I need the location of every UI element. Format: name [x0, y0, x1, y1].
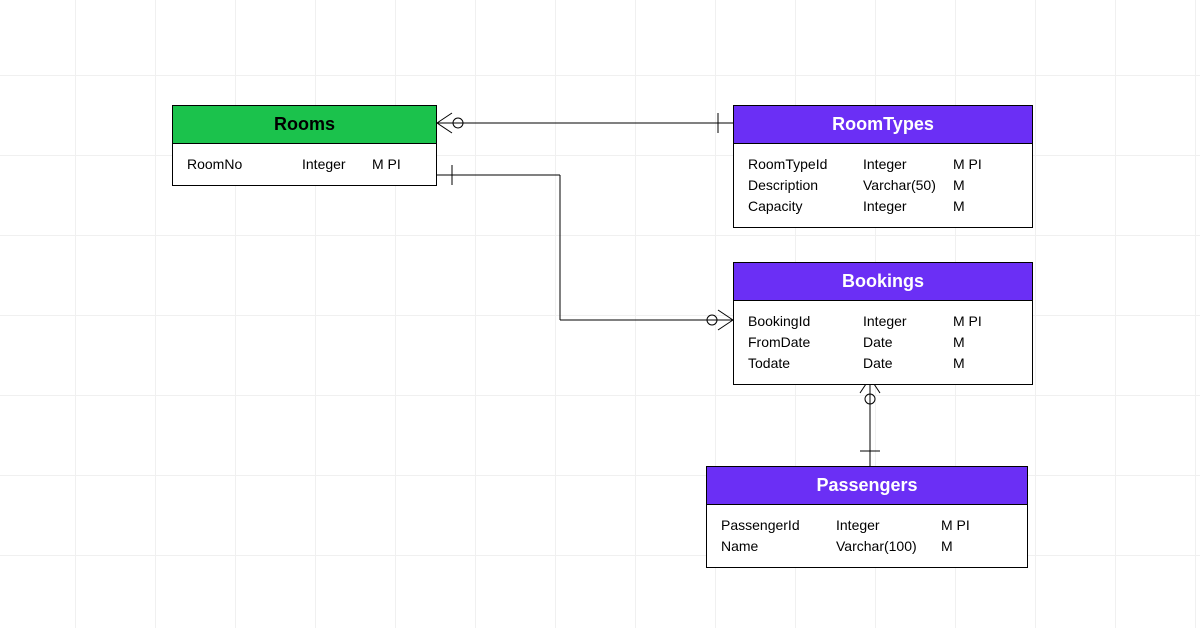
attr-type: Integer [863, 311, 953, 332]
entity-roomtypes-header: RoomTypes [734, 106, 1032, 144]
attr-type: Varchar(50) [863, 175, 953, 196]
entity-passengers[interactable]: Passengers PassengerId Integer M PI Name… [706, 466, 1028, 568]
attr-name: Capacity [748, 196, 863, 217]
entity-passengers-body: PassengerId Integer M PI Name Varchar(10… [707, 505, 1027, 567]
attr-name: Description [748, 175, 863, 196]
entity-rooms[interactable]: Rooms RoomNo Integer M PI [172, 105, 437, 186]
entity-roomtypes-title: RoomTypes [832, 114, 934, 134]
entity-rooms-header: Rooms [173, 106, 436, 144]
attr-name: PassengerId [721, 515, 836, 536]
attr-flags: M [953, 196, 993, 217]
attr-name: FromDate [748, 332, 863, 353]
attr-type: Integer [836, 515, 941, 536]
entity-passengers-header: Passengers [707, 467, 1027, 505]
entity-bookings[interactable]: Bookings BookingId Integer M PI FromDate… [733, 262, 1033, 385]
attr-name: Name [721, 536, 836, 557]
entity-rooms-title: Rooms [274, 114, 335, 134]
attr-type: Integer [863, 196, 953, 217]
entity-rooms-body: RoomNo Integer M PI [173, 144, 436, 185]
entity-roomtypes-body: RoomTypeId Integer M PI Description Varc… [734, 144, 1032, 227]
attr-name: Todate [748, 353, 863, 374]
attr-row: RoomNo Integer M PI [187, 154, 422, 175]
attr-row: BookingId Integer M PI [748, 311, 1018, 332]
attr-row: RoomTypeId Integer M PI [748, 154, 1018, 175]
attr-name: BookingId [748, 311, 863, 332]
attr-type: Date [863, 353, 953, 374]
attr-flags: M PI [953, 311, 993, 332]
attr-row: Todate Date M [748, 353, 1018, 374]
attr-type: Integer [302, 154, 372, 175]
attr-name: RoomNo [187, 154, 302, 175]
attr-row: Capacity Integer M [748, 196, 1018, 217]
attr-flags: M [953, 353, 993, 374]
attr-type: Date [863, 332, 953, 353]
attr-name: RoomTypeId [748, 154, 863, 175]
attr-row: Name Varchar(100) M [721, 536, 1013, 557]
attr-flags: M [953, 175, 993, 196]
attr-flags: M PI [372, 154, 412, 175]
attr-row: FromDate Date M [748, 332, 1018, 353]
attr-row: Description Varchar(50) M [748, 175, 1018, 196]
attr-flags: M [953, 332, 993, 353]
attr-row: PassengerId Integer M PI [721, 515, 1013, 536]
attr-flags: M PI [953, 154, 993, 175]
attr-type: Integer [863, 154, 953, 175]
attr-type: Varchar(100) [836, 536, 941, 557]
entity-bookings-header: Bookings [734, 263, 1032, 301]
entity-bookings-body: BookingId Integer M PI FromDate Date M T… [734, 301, 1032, 384]
entity-passengers-title: Passengers [816, 475, 917, 495]
entity-roomtypes[interactable]: RoomTypes RoomTypeId Integer M PI Descri… [733, 105, 1033, 228]
attr-flags: M PI [941, 515, 981, 536]
entity-bookings-title: Bookings [842, 271, 924, 291]
attr-flags: M [941, 536, 981, 557]
